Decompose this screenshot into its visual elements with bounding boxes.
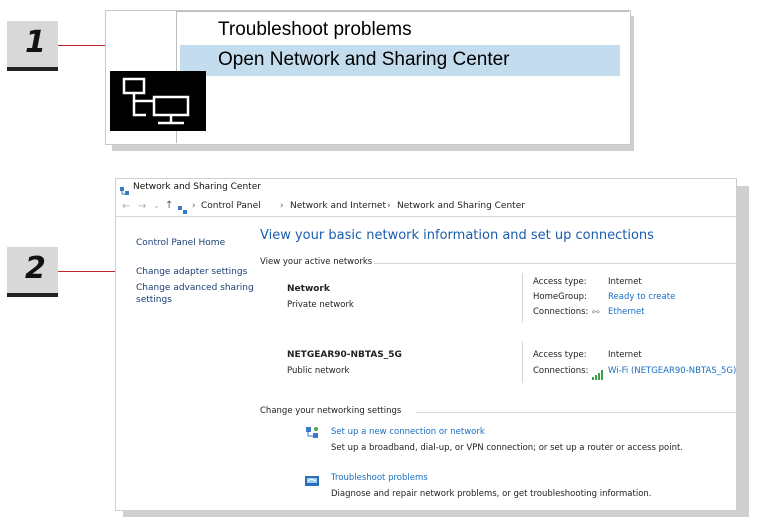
step-1-badge: 1 bbox=[7, 21, 58, 69]
task-new-connection-desc: Set up a broadband, dial-up, or VPN conn… bbox=[331, 443, 683, 453]
step-2-number: 2 bbox=[25, 251, 46, 286]
breadcrumb-sep-icon: › bbox=[280, 201, 284, 211]
network-1-type: Private network bbox=[287, 300, 354, 310]
step-1-underline bbox=[7, 67, 58, 71]
network-2-type: Public network bbox=[287, 366, 350, 376]
menu-item-open-network-center[interactable]: Open Network and Sharing Center bbox=[218, 49, 510, 71]
network-2-connections-label: Connections: bbox=[533, 366, 589, 376]
network-1-homegroup-label: HomeGroup: bbox=[533, 292, 587, 302]
network-1-access-value: Internet bbox=[608, 277, 642, 287]
network-1-name: Network bbox=[287, 284, 330, 294]
step-2-underline bbox=[7, 293, 58, 297]
page-heading: View your basic network information and … bbox=[260, 228, 654, 243]
sidebar-change-adapter[interactable]: Change adapter settings bbox=[136, 267, 247, 277]
network-1-connections-label: Connections: bbox=[533, 307, 589, 317]
network-1-homegroup-link[interactable]: Ready to create bbox=[608, 292, 675, 302]
network-2-divider bbox=[522, 341, 523, 383]
address-bar-divider bbox=[116, 216, 736, 217]
network-2-access-value: Internet bbox=[608, 350, 642, 360]
step-2-callout-line bbox=[58, 271, 120, 272]
ethernet-icon: ⚯ bbox=[592, 308, 600, 318]
network-2-wifi-link[interactable]: Wi-Fi (NETGEAR90-NBTAS_5G) bbox=[608, 366, 736, 376]
wifi-signal-icon bbox=[592, 365, 604, 384]
change-settings-rule bbox=[416, 412, 736, 413]
control-panel-icon bbox=[177, 201, 188, 220]
breadcrumb-network-sharing[interactable]: Network and Sharing Center bbox=[397, 201, 525, 211]
task-troubleshoot-desc: Diagnose and repair network problems, or… bbox=[331, 489, 652, 499]
sidebar-advanced-sharing[interactable]: Change advanced sharing bbox=[136, 283, 254, 293]
sidebar-home-link[interactable]: Control Panel Home bbox=[136, 238, 225, 248]
network-2-access-label: Access type: bbox=[533, 350, 587, 360]
step-2-badge: 2 bbox=[7, 247, 58, 295]
network-2-name: NETGEAR90-NBTAS_5G bbox=[287, 350, 402, 360]
window-icon bbox=[119, 182, 130, 201]
window-title: Network and Sharing Center bbox=[133, 182, 261, 192]
active-networks-label: View your active networks bbox=[260, 257, 373, 267]
network-tray-icon[interactable] bbox=[110, 71, 206, 131]
network-1-divider bbox=[522, 273, 523, 323]
network-1-access-label: Access type: bbox=[533, 277, 587, 287]
active-networks-rule bbox=[374, 263, 736, 264]
step-1-number: 1 bbox=[25, 25, 46, 60]
breadcrumb-sep-icon: › bbox=[192, 201, 196, 211]
task-troubleshoot-link[interactable]: Troubleshoot problems bbox=[331, 473, 428, 483]
breadcrumb-sep-icon: › bbox=[387, 201, 391, 211]
network-1-ethernet-link[interactable]: Ethernet bbox=[608, 307, 645, 317]
sidebar-advanced-sharing-cont[interactable]: settings bbox=[136, 295, 172, 305]
network-sharing-window: Network and Sharing Center ← → ⌄ ↑ › Con… bbox=[115, 178, 737, 511]
new-connection-icon bbox=[304, 425, 320, 445]
breadcrumb-control-panel[interactable]: Control Panel bbox=[201, 201, 261, 211]
menu-item-troubleshoot[interactable]: Troubleshoot problems bbox=[218, 19, 412, 41]
breadcrumb-network-internet[interactable]: Network and Internet bbox=[290, 201, 386, 211]
forward-arrow-icon[interactable]: → bbox=[138, 201, 146, 212]
recent-dropdown-icon[interactable]: ⌄ bbox=[153, 201, 160, 210]
up-arrow-icon[interactable]: ↑ bbox=[165, 200, 173, 211]
task-new-connection-link[interactable]: Set up a new connection or network bbox=[331, 427, 485, 437]
change-settings-label: Change your networking settings bbox=[260, 406, 402, 416]
troubleshoot-icon bbox=[304, 473, 320, 493]
back-arrow-icon[interactable]: ← bbox=[122, 201, 130, 212]
